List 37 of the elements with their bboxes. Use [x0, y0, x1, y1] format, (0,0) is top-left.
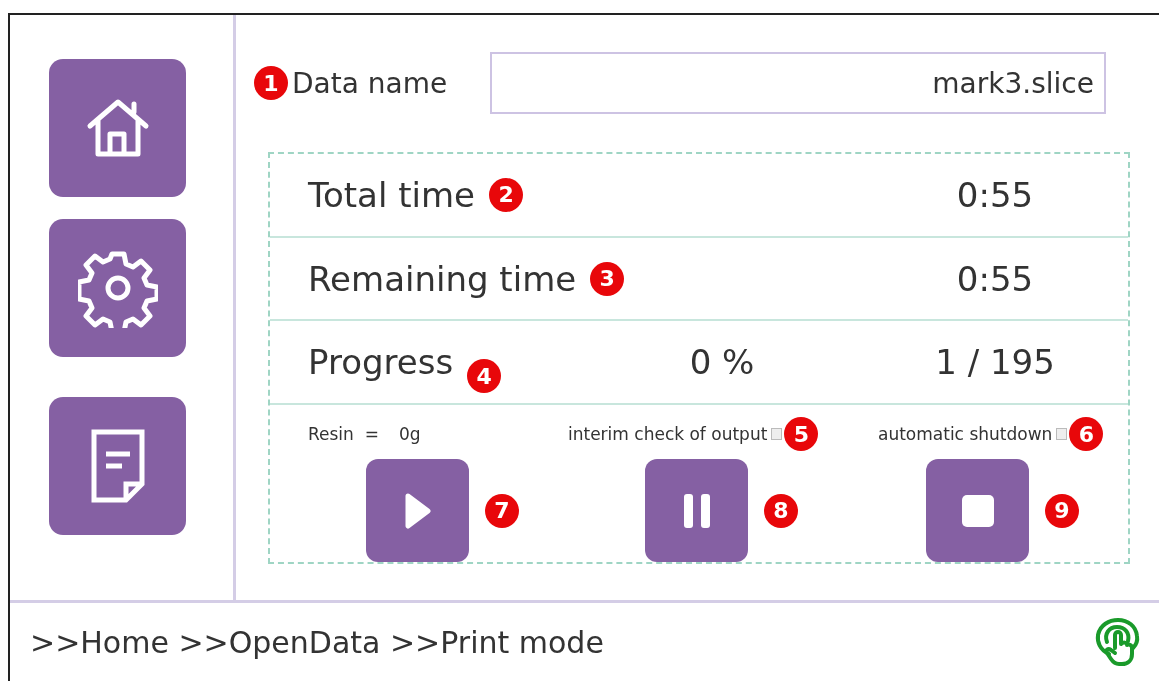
callout-number: 6 [1069, 417, 1104, 451]
play-icon [404, 492, 431, 529]
callout-number: 4 [467, 359, 502, 394]
row-label: Remaining time [308, 258, 577, 299]
checkbox[interactable] [771, 428, 783, 440]
callout-number: 1 [254, 66, 288, 100]
pause-icon [681, 492, 712, 529]
document-icon [89, 428, 146, 504]
field-label: Data name [292, 66, 448, 100]
row-value: 0:55 [955, 258, 1035, 299]
row-value: 1 / 195 [934, 342, 1056, 383]
stop-icon [960, 493, 995, 528]
touch-icon [1095, 618, 1141, 666]
pause-button[interactable] [645, 459, 748, 562]
option-label: automatic shutdown [878, 424, 1053, 444]
callout-number: 7 [485, 493, 519, 528]
home-button[interactable] [49, 59, 186, 197]
callout-number: 5 [784, 417, 819, 451]
checkbox[interactable] [1056, 428, 1068, 440]
callout-number: 3 [590, 261, 625, 296]
stop-button[interactable] [926, 459, 1029, 562]
row-value: 0:55 [955, 174, 1035, 215]
play-button[interactable] [366, 459, 469, 562]
row-label: Progress [308, 342, 454, 383]
resin-label: Resin = [308, 424, 379, 444]
settings-button[interactable] [49, 219, 186, 357]
resin-value: 0g [398, 424, 421, 444]
row-value: 0 % [688, 342, 756, 383]
data-name-field[interactable]: mark3.slice [490, 52, 1106, 114]
callout-number: 2 [489, 177, 524, 212]
option-label: interim check of output [568, 424, 768, 444]
home-icon [85, 96, 150, 160]
breadcrumb: >>Home >>OpenData >>Print mode [30, 624, 604, 660]
row-label: Total time [308, 174, 476, 215]
callout-number: 9 [1045, 493, 1079, 528]
document-button[interactable] [49, 397, 186, 535]
callout-number: 8 [764, 493, 798, 528]
